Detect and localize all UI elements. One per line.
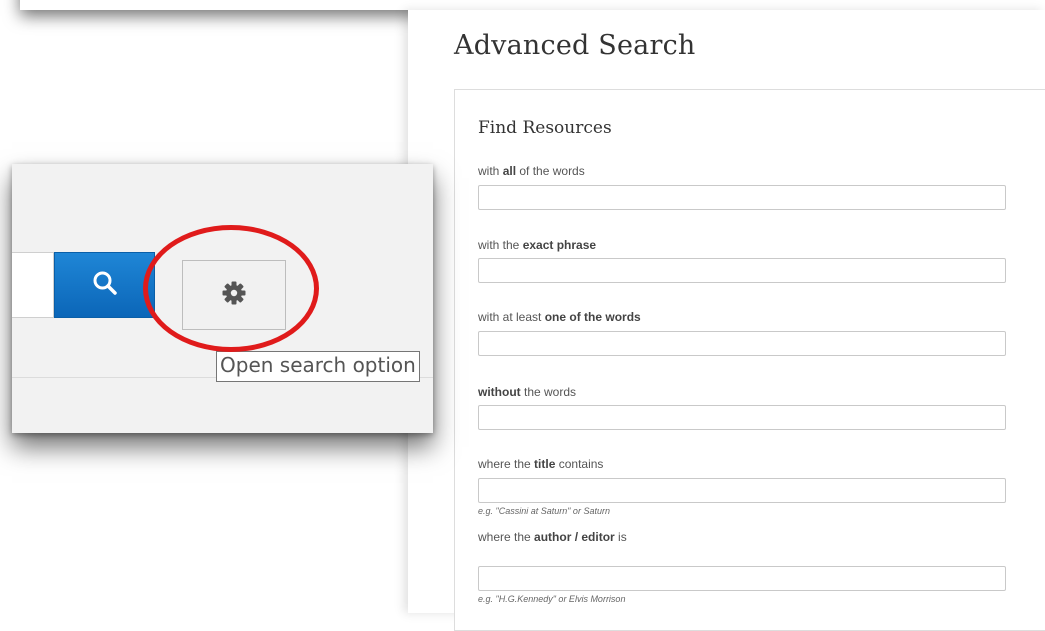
advanced-search-page: Advanced Search Find Resources with all … bbox=[408, 10, 1045, 631]
title-contains-input[interactable] bbox=[478, 478, 1006, 503]
any-words-input[interactable] bbox=[478, 331, 1006, 356]
label-text: where the bbox=[478, 457, 535, 471]
without-words-label: without the words bbox=[478, 385, 576, 399]
label-text: is bbox=[614, 530, 627, 544]
gear-icon bbox=[221, 280, 247, 311]
search-options-button[interactable] bbox=[182, 260, 286, 330]
background-window-edge bbox=[20, 0, 1045, 10]
label-text: the words bbox=[520, 385, 577, 399]
label-emphasis: author / editor bbox=[534, 530, 615, 544]
zoom-inset: Open search option bbox=[12, 164, 433, 433]
without-words-input[interactable] bbox=[478, 405, 1006, 430]
panel-title: Find Resources bbox=[478, 118, 612, 138]
search-icon bbox=[92, 270, 118, 301]
all-words-input[interactable] bbox=[478, 185, 1006, 210]
exact-phrase-input[interactable] bbox=[478, 258, 1006, 283]
author-hint: e.g. "H.G.Kennedy" or Elvis Morrison bbox=[478, 594, 626, 604]
label-text: where the bbox=[478, 530, 535, 544]
label-text: with the bbox=[478, 238, 523, 252]
label-text: contains bbox=[555, 457, 604, 471]
author-editor-input[interactable] bbox=[478, 566, 1006, 591]
label-emphasis: without bbox=[478, 385, 521, 399]
search-options-tooltip: Open search option bbox=[216, 351, 420, 382]
label-text: with at least bbox=[478, 310, 545, 324]
find-resources-panel: Find Resources with all of the words wit… bbox=[454, 89, 1045, 631]
any-words-label: with at least one of the words bbox=[478, 310, 641, 324]
label-emphasis: one of the words bbox=[544, 310, 641, 324]
label-text: with bbox=[478, 164, 503, 178]
title-hint: e.g. "Cassini at Saturn" or Saturn bbox=[478, 506, 610, 516]
label-emphasis: exact phrase bbox=[522, 238, 597, 252]
author-editor-label: where the author / editor is bbox=[478, 530, 627, 544]
label-emphasis: title bbox=[534, 457, 556, 471]
label-text: of the words bbox=[516, 164, 585, 178]
exact-phrase-label: with the exact phrase bbox=[478, 238, 596, 252]
all-words-label: with all of the words bbox=[478, 164, 585, 178]
search-input[interactable] bbox=[12, 252, 54, 318]
label-emphasis: all bbox=[502, 164, 517, 178]
search-button[interactable] bbox=[54, 252, 155, 318]
page-title: Advanced Search bbox=[454, 30, 696, 61]
title-contains-label: where the title contains bbox=[478, 457, 603, 471]
